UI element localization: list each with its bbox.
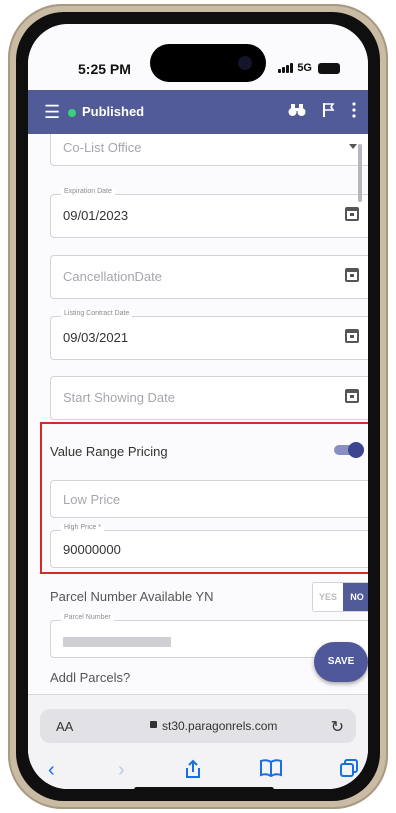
low-price-placeholder: Low Price xyxy=(63,492,121,507)
signal-icon xyxy=(278,63,294,73)
reload-icon[interactable]: ↻ xyxy=(331,717,344,737)
co-list-office-placeholder: Co-List Office xyxy=(63,140,142,155)
cancellation-date-placeholder: CancellationDate xyxy=(63,269,163,284)
parcel-available-label: Parcel Number Available YN xyxy=(50,589,214,604)
reader-button[interactable]: AA xyxy=(56,719,73,734)
address-bar[interactable]: AA st30.paragonrels.com ↻ xyxy=(40,709,356,743)
high-price-input[interactable]: High Price * 90000000 xyxy=(50,524,368,568)
share-icon[interactable] xyxy=(184,759,202,785)
high-price-label: High Price * xyxy=(61,524,104,531)
phone-screen: 5:25 PM 5G ☰ Published Co-List Office Ex… xyxy=(28,24,368,789)
status-bar: 5:25 PM 5G xyxy=(28,24,368,90)
listing-contract-date-label: Listing Contract Date xyxy=(61,310,133,317)
expiration-date-value: 09/01/2023 xyxy=(63,208,129,223)
back-icon[interactable]: ‹ xyxy=(48,759,55,782)
status-time: 5:25 PM xyxy=(78,61,131,77)
bookmarks-icon[interactable] xyxy=(260,759,282,783)
listing-status: Published xyxy=(82,104,145,119)
browser-nav: ‹ › xyxy=(28,759,368,787)
more-icon[interactable] xyxy=(352,102,356,123)
binoculars-icon[interactable] xyxy=(288,103,306,122)
lock-icon xyxy=(150,721,157,728)
status-dot xyxy=(68,109,76,117)
app-bar: ☰ Published xyxy=(28,90,368,134)
url-text: st30.paragonrels.com xyxy=(162,719,278,733)
tabs-icon[interactable] xyxy=(340,759,358,783)
start-showing-date-placeholder: Start Showing Date xyxy=(63,390,176,405)
camera-dot xyxy=(238,56,252,70)
listing-contract-date-field[interactable]: Listing Contract Date 09/03/2021 xyxy=(50,310,368,360)
expiration-date-field[interactable]: Expiration Date 09/01/2023 xyxy=(50,188,368,238)
scrollbar[interactable] xyxy=(358,144,362,202)
phone-bezel: 5:25 PM 5G ☰ Published Co-List Office Ex… xyxy=(16,12,380,801)
parcel-available-toggle: YES NO xyxy=(312,582,368,612)
value-range-pricing-toggle[interactable] xyxy=(334,442,364,458)
browser-toolbar: AA st30.paragonrels.com ↻ ‹ › xyxy=(28,694,368,789)
app-bar-actions xyxy=(288,102,356,123)
form-content: Co-List Office Expiration Date 09/01/202… xyxy=(28,134,368,694)
menu-icon[interactable]: ☰ xyxy=(44,103,62,121)
listing-contract-date-value: 09/03/2021 xyxy=(63,330,129,345)
calendar-icon[interactable] xyxy=(345,389,359,403)
save-button[interactable]: SAVE xyxy=(314,642,368,682)
calendar-icon[interactable] xyxy=(345,268,359,282)
no-option[interactable]: NO xyxy=(343,583,368,611)
low-price-input[interactable]: Low Price xyxy=(50,480,368,518)
co-list-office-select[interactable]: Co-List Office xyxy=(50,134,368,166)
addl-parcels-label: Addl Parcels? xyxy=(50,670,131,685)
toggle-knob xyxy=(348,442,364,458)
home-indicator xyxy=(134,787,274,789)
start-showing-date-field[interactable]: Start Showing Date xyxy=(50,376,368,420)
network-label: 5G xyxy=(297,62,312,74)
expiration-date-label: Expiration Date xyxy=(61,188,115,195)
forward-icon[interactable]: › xyxy=(118,759,125,782)
calendar-icon[interactable] xyxy=(345,329,359,343)
parcel-number-label: Parcel Number xyxy=(61,614,114,621)
high-price-value: 90000000 xyxy=(63,542,121,557)
yes-option[interactable]: YES xyxy=(313,583,343,611)
dynamic-island xyxy=(150,44,266,82)
cancellation-date-field[interactable]: CancellationDate xyxy=(50,255,368,299)
phone-frame: 5:25 PM 5G ☰ Published Co-List Office Ex… xyxy=(8,4,388,809)
flag-icon[interactable] xyxy=(322,102,336,123)
value-range-pricing-label: Value Range Pricing xyxy=(50,444,168,459)
calendar-icon[interactable] xyxy=(345,207,359,221)
battery-icon xyxy=(318,62,340,74)
chevron-down-icon xyxy=(349,144,357,149)
status-indicators: 5G xyxy=(278,62,340,74)
redacted-parcel-value xyxy=(63,637,171,647)
